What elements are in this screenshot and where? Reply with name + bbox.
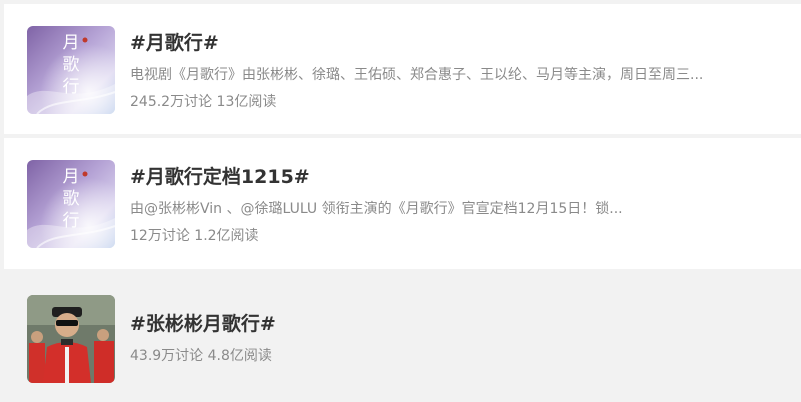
- topic-title[interactable]: #张彬彬月歌行#: [130, 309, 276, 336]
- topic-stats: 12万讨论 1.2亿阅读: [130, 225, 259, 245]
- discussion-count: 12万讨论: [130, 228, 190, 244]
- topic-card[interactable]: #张彬彬月歌行# 43.9万讨论 4.8亿阅读: [4, 273, 801, 402]
- cover-title-text: 月歌行: [62, 33, 80, 97]
- topic-description: 电视剧《月歌行》由张彬彬、徐璐、王佑硕、郑合惠子、王以纶、马月等主演，周日至周三…: [130, 67, 704, 83]
- photo-image: [27, 295, 115, 383]
- topic-cover-image[interactable]: 月歌行: [27, 26, 115, 114]
- discussion-count: 245.2万讨论: [130, 94, 213, 110]
- topic-title[interactable]: #月歌行定档1215#: [130, 162, 310, 189]
- read-count: 13亿阅读: [216, 94, 277, 110]
- topic-cover-image[interactable]: [27, 295, 115, 383]
- topic-cover-image[interactable]: 月歌行: [27, 160, 115, 248]
- topic-card[interactable]: 月歌行 #月歌行# 电视剧《月歌行》由张彬彬、徐璐、王佑硕、郑合惠子、王以纶、马…: [4, 4, 801, 134]
- cover-title-text: 月歌行: [62, 167, 80, 231]
- topic-card[interactable]: 月歌行 #月歌行定档1215# 由@张彬彬Vin 、@徐璐LULU 领衔主演的《…: [4, 138, 801, 269]
- read-count: 1.2亿阅读: [194, 228, 259, 244]
- topic-stats: 43.9万讨论 4.8亿阅读: [130, 345, 272, 365]
- read-count: 4.8亿阅读: [207, 348, 272, 364]
- topic-list: 月歌行 #月歌行# 电视剧《月歌行》由张彬彬、徐璐、王佑硕、郑合惠子、王以纶、马…: [0, 0, 801, 402]
- topic-title[interactable]: #月歌行#: [130, 28, 219, 55]
- discussion-count: 43.9万讨论: [130, 348, 204, 364]
- topic-description: 由@张彬彬Vin 、@徐璐LULU 领衔主演的《月歌行》官宣定档12月15日！锁…: [130, 201, 623, 217]
- topic-stats: 245.2万讨论 13亿阅读: [130, 91, 276, 111]
